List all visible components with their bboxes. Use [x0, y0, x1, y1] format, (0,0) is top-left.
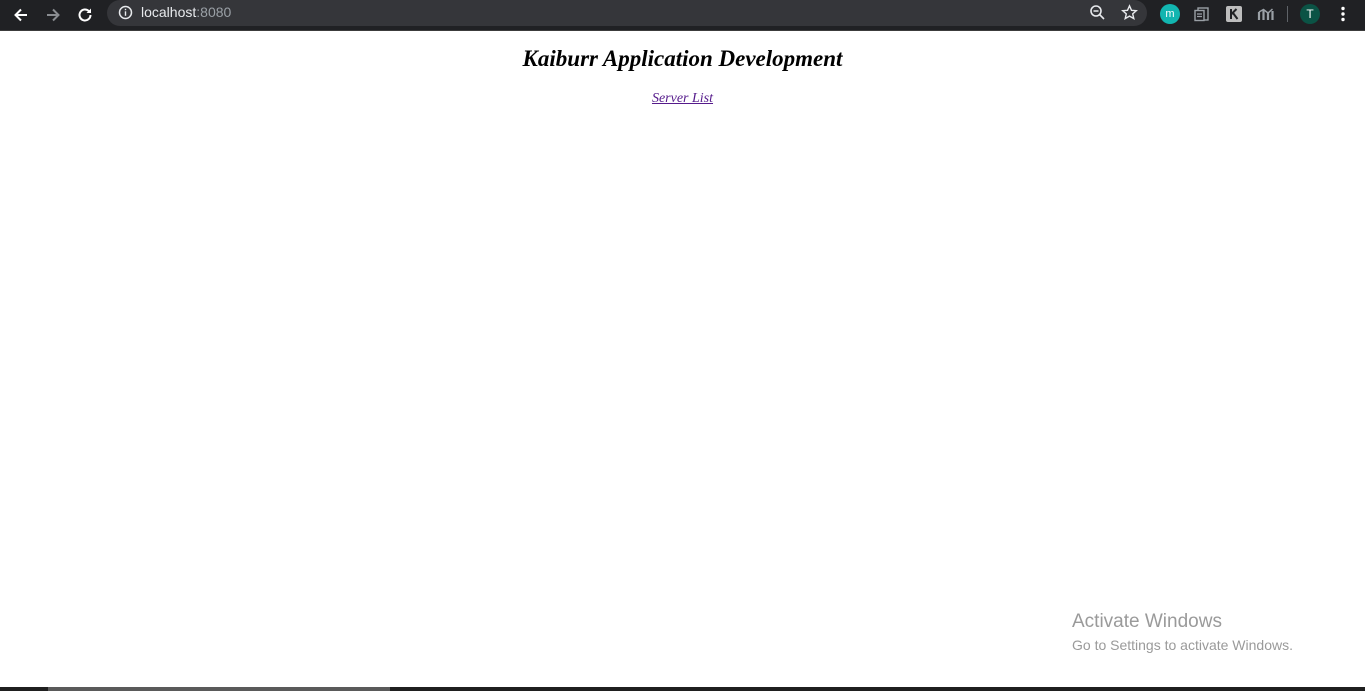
forward-button[interactable]	[40, 2, 66, 28]
toolbar-separator	[1287, 6, 1288, 22]
browser-toolbar: localhost:8080 m T	[0, 0, 1365, 31]
star-icon[interactable]	[1121, 4, 1138, 21]
url-host: localhost	[141, 4, 197, 20]
zoom-out-icon[interactable]	[1089, 4, 1106, 21]
windows-activation-watermark: Activate Windows Go to Settings to activ…	[1072, 610, 1293, 656]
address-bar[interactable]: localhost:8080	[107, 0, 1147, 26]
docs-extension-icon[interactable]	[1193, 5, 1211, 23]
url-port: :8080	[196, 4, 232, 20]
profile-avatar[interactable]: T	[1300, 4, 1320, 24]
reload-icon	[78, 8, 92, 22]
menu-kebab-icon[interactable]	[1334, 5, 1352, 23]
forward-arrow-icon	[47, 8, 60, 22]
watermark-title: Activate Windows	[1072, 611, 1222, 632]
chart-extension-icon[interactable]	[1257, 5, 1275, 23]
page-title: Kaiburr Application Development	[522, 46, 843, 71]
k-extension-icon[interactable]	[1225, 5, 1243, 23]
address-url: localhost:8080	[141, 4, 231, 20]
taskbar-active-segment	[48, 687, 390, 691]
taskbar-strip	[0, 687, 1365, 691]
watermark-subtitle: Go to Settings to activate Windows.	[1072, 637, 1293, 653]
site-info-icon[interactable]	[118, 5, 133, 20]
extension-m-icon[interactable]: m	[1160, 4, 1180, 24]
server-list-link-container: Server List	[0, 91, 1365, 107]
back-button[interactable]	[8, 2, 34, 28]
reload-button[interactable]	[72, 2, 98, 28]
server-list-link[interactable]: Server List	[652, 91, 713, 106]
back-arrow-icon	[14, 8, 27, 22]
